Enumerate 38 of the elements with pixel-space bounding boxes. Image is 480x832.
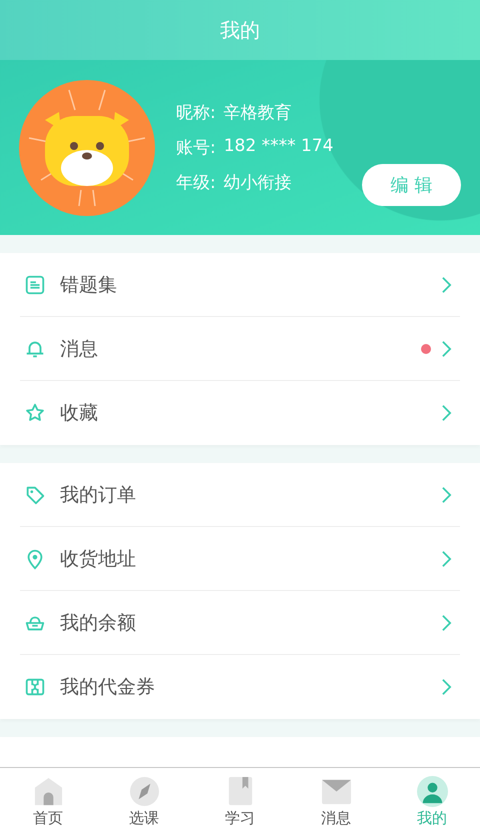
compass-icon <box>128 776 160 807</box>
chevron-right-icon <box>441 678 452 696</box>
menu-item[interactable]: 收藏 <box>20 381 460 445</box>
star-icon <box>24 402 46 424</box>
menu-label: 我的订单 <box>60 482 137 508</box>
tab[interactable]: 学习 <box>192 768 288 832</box>
chevron-right-icon <box>441 486 452 504</box>
account-label: 账号: <box>176 137 216 159</box>
person-icon <box>416 776 448 807</box>
menu-item[interactable]: 我的代金券 <box>20 655 460 719</box>
chevron-right-icon <box>441 340 452 358</box>
menu-item[interactable]: 错题集 <box>20 253 460 317</box>
menu-item[interactable]: 消息 <box>20 317 460 381</box>
menu-label: 我的余额 <box>60 610 137 636</box>
nickname-value: 辛格教育 <box>224 102 292 124</box>
menu-label: 收藏 <box>60 401 99 426</box>
nickname-label: 昵称: <box>176 102 216 124</box>
list-icon <box>24 274 46 296</box>
menu-label: 消息 <box>60 336 99 362</box>
ticket-icon <box>24 676 46 698</box>
tab[interactable]: 首页 <box>0 768 96 832</box>
menu-label: 错题集 <box>60 272 118 298</box>
menu-item[interactable]: 我的余额 <box>20 591 460 655</box>
chevron-right-icon <box>441 404 452 422</box>
menu-item[interactable]: 收货地址 <box>20 527 460 591</box>
menu-label: 我的代金券 <box>60 675 156 700</box>
grade-value: 幼小衔接 <box>224 172 292 194</box>
menu-item[interactable]: 我的订单 <box>20 463 460 527</box>
tab[interactable]: 选课 <box>96 768 192 832</box>
chevron-right-icon <box>441 614 452 632</box>
chevron-right-icon <box>441 276 452 294</box>
grade-label: 年级: <box>176 172 216 194</box>
tab[interactable]: 消息 <box>288 768 384 832</box>
chevron-right-icon <box>441 550 452 568</box>
menu-label: 收货地址 <box>60 546 137 572</box>
page-title: 我的 <box>220 16 260 44</box>
account-value: 182 **** 174 <box>224 136 334 158</box>
home-icon <box>32 776 64 807</box>
